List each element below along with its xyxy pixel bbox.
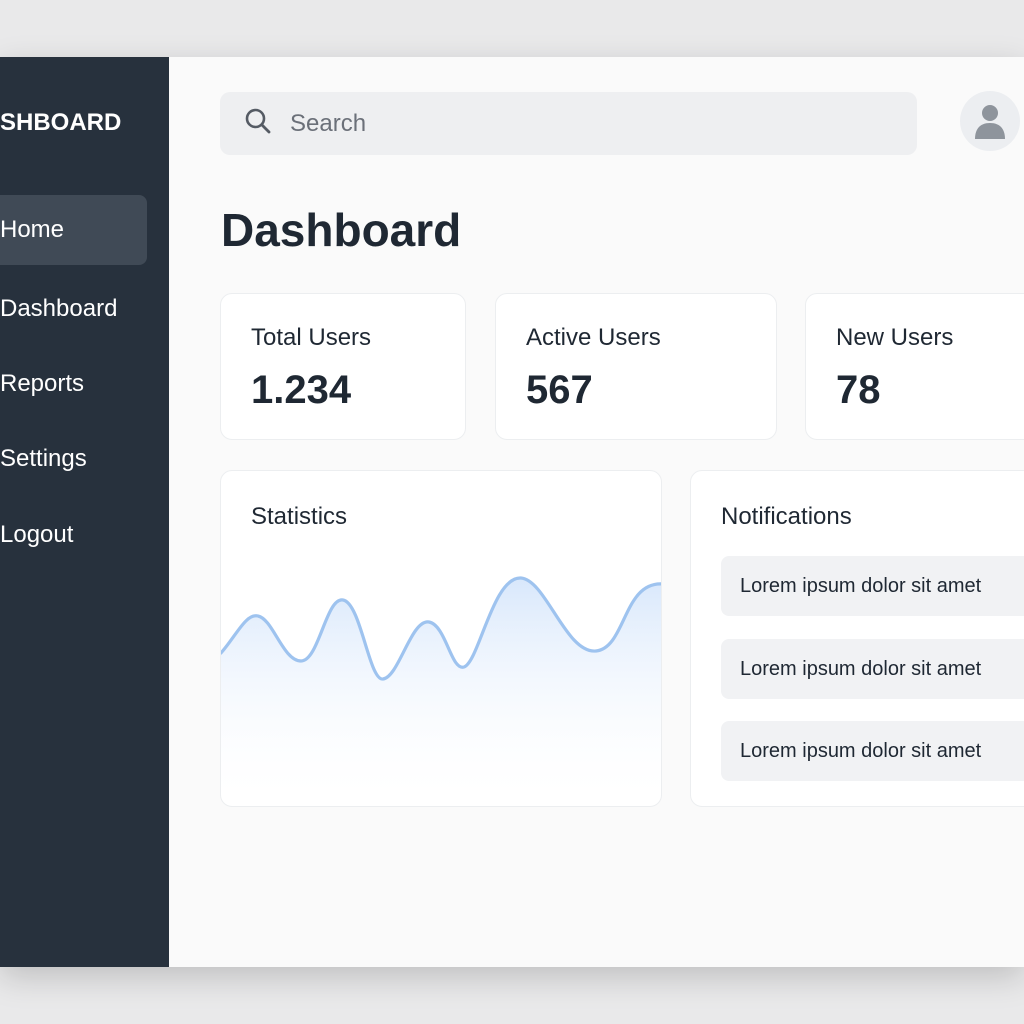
- sidebar-item-label: Reports: [0, 370, 85, 397]
- app-window: SHBOARD Home Dashboard Reports Settings …: [0, 57, 1024, 967]
- sidebar-item-home[interactable]: Home: [0, 195, 147, 265]
- user-avatar[interactable]: [960, 91, 1020, 151]
- sidebar-item-label: Dashboard: [0, 295, 118, 322]
- stat-label: Total Users: [251, 324, 372, 351]
- statistics-chart: [221, 576, 661, 806]
- sidebar: SHBOARD Home Dashboard Reports Settings …: [0, 57, 169, 967]
- sidebar-item-dashboard[interactable]: Dashboard: [0, 274, 147, 344]
- search-bar[interactable]: [220, 92, 917, 155]
- sidebar-item-label: Home: [0, 216, 65, 243]
- notification-item[interactable]: Lorem ipsum dolor sit amet: [721, 721, 1024, 781]
- stat-card-total-users: Total Users 1.234: [220, 293, 466, 440]
- sidebar-item-logout[interactable]: Logout: [0, 500, 147, 570]
- sidebar-item-label: Settings: [0, 445, 87, 472]
- statistics-card: Statistics: [220, 470, 662, 807]
- stat-label: Active Users: [526, 324, 661, 351]
- search-input[interactable]: [288, 108, 852, 139]
- stat-value: 567: [526, 368, 593, 412]
- page-title: Dashboard: [221, 204, 462, 256]
- sidebar-item-label: Logout: [0, 521, 74, 548]
- chart-area: [221, 577, 661, 806]
- stat-value: 1.234: [251, 368, 352, 412]
- brand-title: SHBOARD: [0, 109, 122, 136]
- search-icon: [244, 107, 272, 140]
- notifications-title: Notifications: [721, 503, 852, 530]
- user-icon: [975, 105, 1005, 139]
- stat-value: 78: [836, 368, 881, 412]
- notification-item[interactable]: Lorem ipsum dolor sit amet: [721, 556, 1024, 616]
- sidebar-item-settings[interactable]: Settings: [0, 424, 147, 494]
- sidebar-item-reports[interactable]: Reports: [0, 349, 147, 419]
- notification-item[interactable]: Lorem ipsum dolor sit amet: [721, 639, 1024, 699]
- stat-card-active-users: Active Users 567: [495, 293, 777, 440]
- stat-label: New Users: [836, 324, 954, 351]
- stat-card-new-users: New Users 78: [805, 293, 1024, 440]
- notifications-card: Notifications Lorem ipsum dolor sit amet…: [690, 470, 1024, 807]
